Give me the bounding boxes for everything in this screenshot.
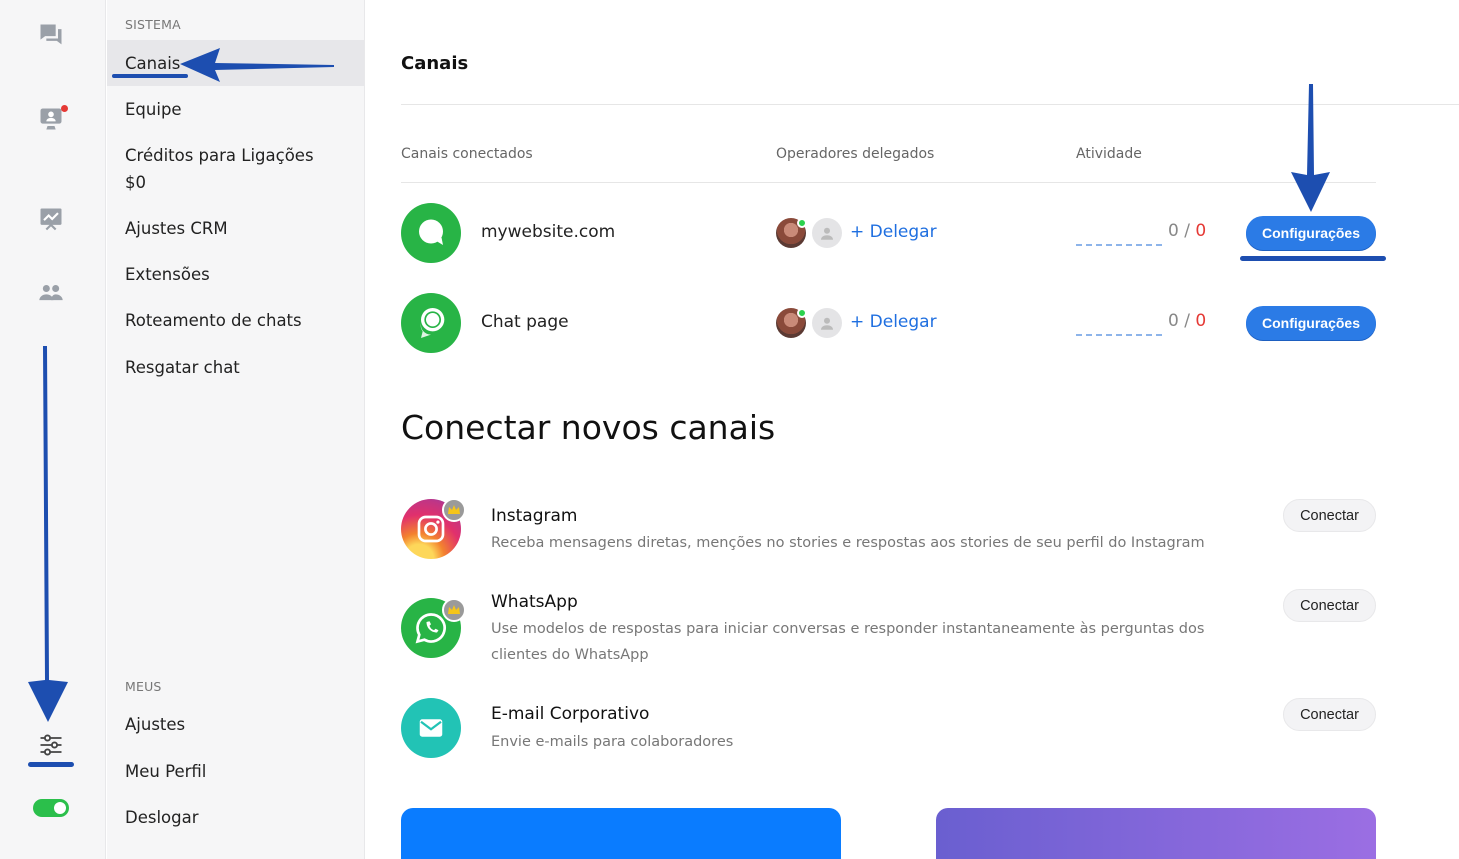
- count-separator: /: [1178, 221, 1196, 241]
- count-separator: /: [1178, 311, 1196, 331]
- notification-dot: [61, 105, 68, 112]
- menu-item-equipe[interactable]: Equipe: [107, 96, 364, 123]
- column-header-channels: Canais conectados: [401, 146, 533, 162]
- activity-sparkline: [1076, 232, 1162, 246]
- new-channel-name: E-mail Corporativo: [491, 704, 650, 724]
- status-toggle[interactable]: [33, 799, 69, 817]
- promo-banner-purple[interactable]: [936, 808, 1376, 859]
- online-indicator: [797, 308, 807, 318]
- new-channel-name: Instagram: [491, 506, 578, 526]
- menu-item-resgatar[interactable]: Resgatar chat: [107, 354, 364, 381]
- new-channel-name: WhatsApp: [491, 592, 578, 612]
- annotation-underline: [1240, 256, 1386, 261]
- conectar-button[interactable]: Conectar: [1283, 589, 1376, 622]
- delegate-link[interactable]: + Delegar: [850, 312, 937, 332]
- analytics-board-icon[interactable]: [36, 204, 66, 234]
- chat-page-bubbles-icon: [401, 293, 461, 353]
- menu-item-creditos[interactable]: Créditos para Ligações $0: [107, 142, 364, 196]
- configuracoes-button[interactable]: Configurações: [1246, 306, 1376, 340]
- online-indicator: [797, 218, 807, 228]
- main-content: Canais Canais conectados Operadores dele…: [366, 0, 1459, 859]
- menu-item-ajustes-crm[interactable]: Ajustes CRM: [107, 215, 364, 242]
- menu-item-deslogar[interactable]: Deslogar: [107, 804, 364, 831]
- channel-name: Chat page: [481, 312, 569, 332]
- crown-icon: [442, 598, 466, 622]
- settings-sliders-icon[interactable]: [36, 730, 66, 760]
- divider: [401, 182, 1376, 183]
- menu-item-meu-perfil[interactable]: Meu Perfil: [107, 758, 364, 785]
- team-icon[interactable]: [36, 277, 66, 307]
- chat-bubbles-icon[interactable]: [36, 20, 66, 50]
- column-header-activity: Atividade: [1076, 146, 1142, 162]
- annotation-underline: [28, 762, 74, 767]
- activity-counter: 0 / 0: [1168, 311, 1206, 331]
- livechat-bubble-icon: [401, 203, 461, 263]
- delegate-link[interactable]: + Delegar: [850, 222, 937, 242]
- configuracoes-button[interactable]: Configurações: [1246, 216, 1376, 250]
- menu-item-label: Extensões: [125, 265, 210, 284]
- icon-rail: [0, 0, 106, 859]
- menu-item-extensoes[interactable]: Extensões: [107, 261, 364, 288]
- menu-item-label: Meu Perfil: [125, 762, 207, 781]
- menu-item-roteamento[interactable]: Roteamento de chats: [107, 307, 364, 334]
- menu-item-label: Créditos para Ligações: [125, 146, 314, 165]
- section-title: Conectar novos canais: [401, 408, 776, 447]
- menu-section-mine: MEUS: [125, 679, 162, 694]
- conectar-button[interactable]: Conectar: [1283, 499, 1376, 532]
- menu-item-canais[interactable]: Canais: [107, 40, 364, 86]
- count-value: 0: [1168, 311, 1179, 331]
- activity-counter: 0 / 0: [1168, 221, 1206, 241]
- settings-menu: SISTEMA Canais Equipe Créditos para Liga…: [107, 0, 365, 859]
- column-header-operators: Operadores delegados: [776, 146, 935, 162]
- page-title: Canais: [401, 53, 469, 74]
- empty-avatar-icon: [812, 218, 842, 248]
- new-channel-description: Envie e-mails para colaboradores: [491, 734, 734, 750]
- crown-icon: [442, 498, 466, 522]
- email-icon: [401, 698, 461, 758]
- conectar-button[interactable]: Conectar: [1283, 698, 1376, 731]
- count-value: 0: [1168, 221, 1179, 241]
- empty-avatar-icon: [812, 308, 842, 338]
- new-channel-description: Use modelos de respostas para iniciar co…: [491, 621, 1205, 663]
- menu-item-label: Resgatar chat: [125, 358, 240, 377]
- menu-item-label: Roteamento de chats: [125, 311, 302, 330]
- menu-item-label: Ajustes CRM: [125, 219, 228, 238]
- menu-item-label: Canais: [125, 54, 181, 73]
- divider: [401, 104, 1459, 105]
- menu-item-label: Deslogar: [125, 808, 199, 827]
- promo-banner-blue[interactable]: [401, 808, 841, 859]
- activity-sparkline: [1076, 322, 1162, 336]
- menu-item-label: Equipe: [125, 100, 182, 119]
- new-channel-description: Receba mensagens diretas, menções no sto…: [491, 535, 1205, 551]
- menu-item-label: Ajustes: [125, 715, 186, 734]
- credit-balance: $0: [125, 173, 146, 192]
- count-value-red: 0: [1195, 311, 1207, 331]
- channel-name: mywebsite.com: [481, 222, 616, 242]
- menu-item-ajustes[interactable]: Ajustes: [107, 711, 364, 738]
- count-value-red: 0: [1195, 221, 1207, 241]
- operator-board-icon[interactable]: [36, 104, 68, 134]
- menu-section-system: SISTEMA: [125, 17, 181, 32]
